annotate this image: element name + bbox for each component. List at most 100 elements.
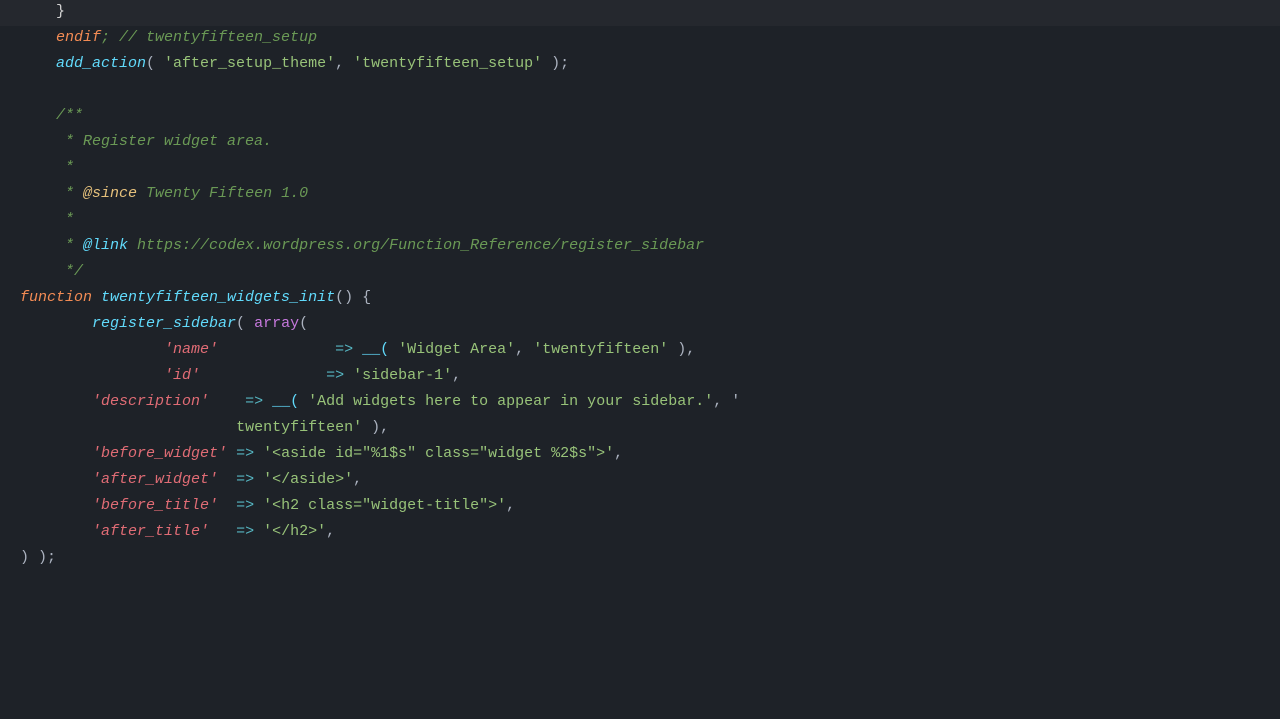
token: endif <box>56 26 101 50</box>
token: twentyfifteen' <box>236 416 362 440</box>
token: https://codex.wordpress.org/Function_Ref… <box>128 234 704 258</box>
token: __( <box>362 338 389 362</box>
code-line: 'before_widget' => '<aside id="%1$s" cla… <box>0 442 1280 468</box>
token: * <box>56 156 74 180</box>
token: => <box>326 364 344 388</box>
token <box>56 494 92 518</box>
token <box>56 468 92 492</box>
code-line: } <box>0 0 1280 26</box>
token <box>389 338 398 362</box>
token: Twenty Fifteen 1.0 <box>137 182 308 206</box>
token <box>92 364 164 388</box>
token: ), <box>362 416 389 440</box>
code-line: /** <box>0 104 1280 130</box>
code-line: * Register widget area. <box>0 130 1280 156</box>
token: => <box>236 520 254 544</box>
token: , <box>353 468 362 492</box>
token: add_action <box>56 52 146 76</box>
token: 'name' <box>164 338 218 362</box>
token: 'twentyfifteen_setup' <box>353 52 542 76</box>
token: 'before_widget' <box>92 442 227 466</box>
code-line: register_sidebar( array( <box>0 312 1280 338</box>
token: , <box>335 52 353 76</box>
token: * <box>56 234 83 258</box>
token: array <box>254 312 299 336</box>
code-line: * @since Twenty Fifteen 1.0 <box>0 182 1280 208</box>
code-line: 'name' => __( 'Widget Area', 'twentyfift… <box>0 338 1280 364</box>
code-line: 'id' => 'sidebar-1', <box>0 364 1280 390</box>
token: */ <box>56 260 83 284</box>
token: ( <box>236 312 254 336</box>
token: 'after_setup_theme' <box>164 52 335 76</box>
token: 'Widget Area' <box>398 338 515 362</box>
token: ( <box>146 52 164 76</box>
token: ( <box>299 312 308 336</box>
token <box>254 468 263 492</box>
token: , ' <box>713 390 740 414</box>
token: /** <box>56 104 83 128</box>
token: => <box>245 390 263 414</box>
token: __( <box>272 390 299 414</box>
code-line: * <box>0 208 1280 234</box>
token: 'after_widget' <box>92 468 218 492</box>
token: => <box>236 442 254 466</box>
token: function <box>20 286 92 310</box>
token: () <box>335 286 353 310</box>
token: * <box>56 208 74 232</box>
token: ) ); <box>20 546 56 570</box>
token: => <box>236 494 254 518</box>
token <box>218 494 236 518</box>
token: , <box>326 520 335 544</box>
code-line: ) ); <box>0 546 1280 572</box>
token: @link <box>83 234 128 258</box>
token: register_sidebar <box>56 312 236 336</box>
token <box>254 520 263 544</box>
token: '<h2 class="widget-title">' <box>263 494 506 518</box>
token <box>92 286 101 310</box>
token: => <box>335 338 353 362</box>
code-line: */ <box>0 260 1280 286</box>
token <box>353 338 362 362</box>
code-line: 'after_widget' => '</aside>', <box>0 468 1280 494</box>
token: { <box>353 286 371 310</box>
token: 'description' <box>92 390 209 414</box>
token: 'Add widgets here to appear in your side… <box>308 390 713 414</box>
token: , <box>515 338 533 362</box>
token: twentyfifteen_widgets_init <box>101 286 335 310</box>
token <box>128 416 236 440</box>
token: * <box>56 182 83 206</box>
code-line: function twentyfifteen_widgets_init() { <box>0 286 1280 312</box>
code-line: 'after_title' => '</h2>', <box>0 520 1280 546</box>
code-line: twentyfifteen' ), <box>0 416 1280 442</box>
token <box>299 390 308 414</box>
token <box>263 390 272 414</box>
token: , <box>506 494 515 518</box>
code-line: 'description' => __( 'Add widgets here t… <box>0 390 1280 416</box>
code-line: endif; // twentyfifteen_setup <box>0 26 1280 52</box>
code-line: 'before_title' => '<h2 class="widget-tit… <box>0 494 1280 520</box>
token: @since <box>83 182 137 206</box>
token <box>56 442 92 466</box>
token <box>56 390 92 414</box>
token <box>56 520 92 544</box>
token: '</h2>' <box>263 520 326 544</box>
token: 'id' <box>164 364 200 388</box>
code-line: * <box>0 156 1280 182</box>
token: '<aside id="%1$s" class="widget %2$s">' <box>263 442 614 466</box>
token: 'before_title' <box>92 494 218 518</box>
token <box>218 338 335 362</box>
token <box>254 442 263 466</box>
code-line: add_action( 'after_setup_theme', 'twenty… <box>0 52 1280 78</box>
token <box>92 338 164 362</box>
token: , <box>452 364 461 388</box>
token: ; // twentyfifteen_setup <box>101 26 317 50</box>
token: , <box>614 442 623 466</box>
token: } <box>56 0 65 24</box>
token <box>254 494 263 518</box>
code-line <box>0 78 1280 104</box>
token <box>200 364 326 388</box>
code-line: * @link https://codex.wordpress.org/Func… <box>0 234 1280 260</box>
token: 'after_title' <box>92 520 209 544</box>
token <box>227 442 236 466</box>
token: => <box>236 468 254 492</box>
